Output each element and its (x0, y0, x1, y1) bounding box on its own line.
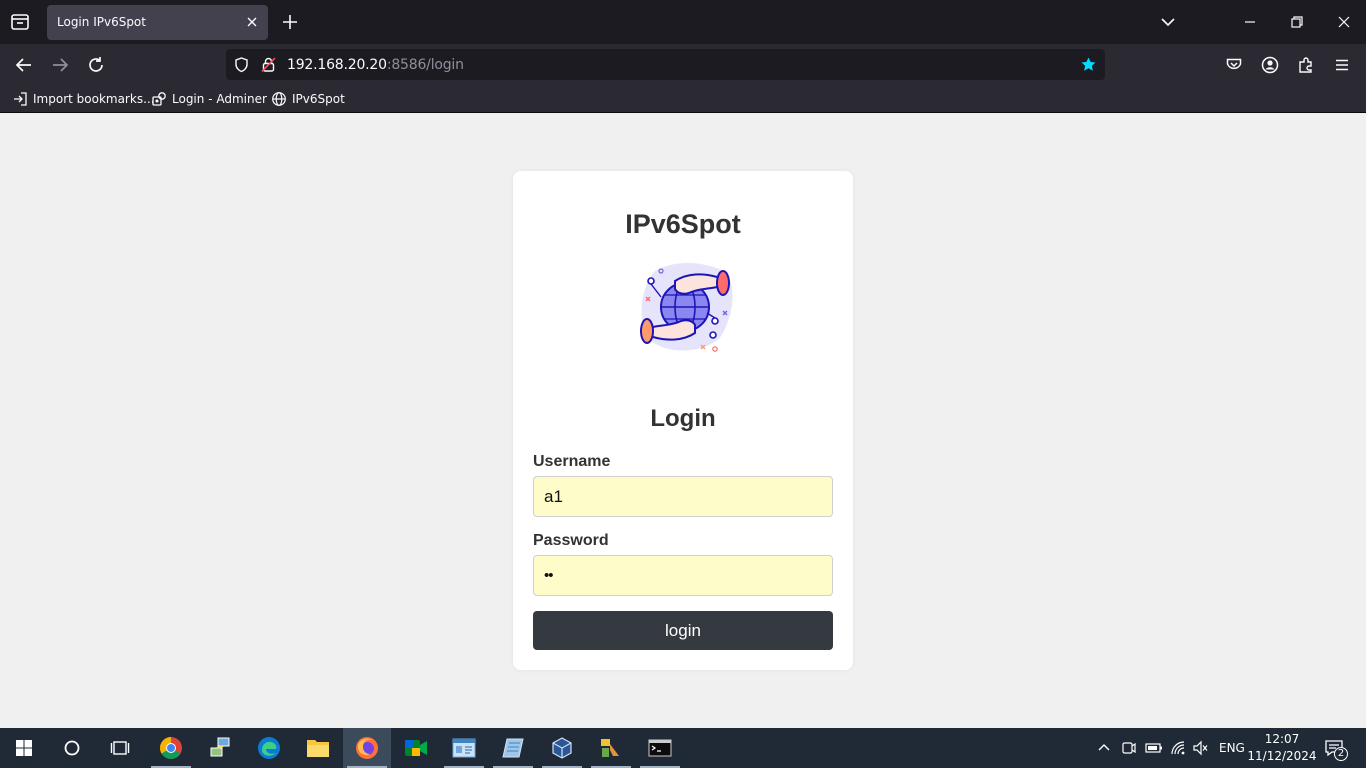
cortana-circle-icon (64, 740, 80, 756)
url-host: 192.168.20.20 (287, 57, 387, 73)
globe-icon (272, 92, 286, 106)
wifi-icon[interactable] (1170, 740, 1186, 756)
close-window-icon[interactable] (1334, 12, 1354, 32)
tab-list-icon[interactable] (8, 10, 32, 34)
volume-muted-icon[interactable] (1192, 740, 1208, 756)
bookmark-ipv6spot[interactable]: IPv6Spot (271, 91, 345, 107)
edge-icon (258, 737, 280, 759)
taskbar-control-panel[interactable] (440, 728, 488, 768)
forward-icon[interactable] (49, 54, 71, 76)
brand-title: IPv6Spot (625, 209, 741, 239)
task-view-button[interactable] (96, 728, 144, 768)
username-input[interactable]: a1 (533, 476, 833, 517)
clock-time: 12:07 (1264, 732, 1300, 746)
account-icon[interactable] (1260, 55, 1280, 75)
notebook-icon (502, 738, 524, 758)
username-label: Username (533, 453, 611, 470)
pocket-icon[interactable] (1224, 55, 1244, 75)
taskbar-virtualbox[interactable] (538, 728, 586, 768)
taskbar-edge[interactable] (245, 728, 293, 768)
bookmark-label: IPv6Spot (292, 92, 345, 106)
bookmark-label: Login - Adminer (172, 92, 267, 106)
url-path: :8586/login (386, 57, 464, 73)
video-meeting-icon (405, 740, 427, 756)
bookmark-label: Import bookmarks... (33, 92, 155, 106)
network-computers-icon (210, 737, 230, 757)
taskbar-terminal[interactable] (636, 728, 684, 768)
browser-tab[interactable]: Login IPv6Spot (47, 5, 268, 40)
taskbar-file-explorer[interactable] (294, 728, 342, 768)
bookmark-import[interactable]: Import bookmarks... (12, 91, 155, 107)
taskbar-network-tool[interactable] (196, 728, 244, 768)
bookmarks-toolbar: Import bookmarks... Login - Adminer IPv6… (0, 86, 1366, 113)
taskbar-firefox[interactable] (343, 728, 391, 768)
folder-icon (307, 740, 329, 757)
insecure-lock-icon[interactable] (260, 56, 277, 73)
taskbar-chrome[interactable] (147, 728, 195, 768)
extensions-icon[interactable] (1296, 55, 1316, 75)
clock-date: 11/12/2024 (1247, 749, 1317, 763)
chrome-icon (160, 737, 182, 759)
battery-icon[interactable] (1145, 740, 1163, 756)
tab-bar: Login IPv6Spot (0, 0, 1366, 44)
close-tab-icon[interactable] (244, 14, 260, 30)
firefox-icon (356, 737, 378, 759)
globe-hands-logo-icon (640, 262, 733, 352)
restore-icon[interactable] (1287, 12, 1307, 32)
menu-icon[interactable] (1332, 55, 1352, 75)
show-hidden-icons-icon[interactable] (1097, 741, 1111, 755)
taskbar: ENG 12:07 11/12/2024 2 (0, 728, 1366, 768)
terminal-icon (648, 739, 672, 757)
windows-icon (16, 740, 32, 756)
shield-icon[interactable] (233, 56, 250, 73)
login-card: IPv6Spot Login Username a1 Password •• l… (513, 171, 853, 670)
bookmark-star-icon[interactable] (1080, 56, 1097, 73)
login-heading: Login (650, 405, 716, 432)
toolbox-icon (601, 739, 619, 757)
password-label: Password (533, 532, 609, 549)
task-view-icon (110, 741, 130, 755)
cube-icon (552, 737, 572, 759)
language-indicator[interactable]: ENG (1219, 728, 1245, 768)
login-button[interactable]: login (533, 611, 833, 650)
new-tab-icon[interactable] (280, 12, 300, 32)
tab-title: Login IPv6Spot (57, 15, 146, 29)
taskbar-notebook[interactable] (489, 728, 537, 768)
taskbar-tool[interactable] (587, 728, 635, 768)
notification-center[interactable]: 2 (1324, 739, 1348, 761)
clock[interactable]: 12:07 11/12/2024 (1247, 731, 1317, 765)
import-icon (14, 92, 27, 106)
url-text[interactable]: 192.168.20.20:8586/login (287, 57, 464, 73)
bookmark-adminer[interactable]: Login - Adminer (151, 91, 267, 107)
adminer-icon (152, 92, 166, 106)
notification-count-badge: 2 (1334, 747, 1348, 761)
settings-window-icon (452, 738, 476, 758)
minimize-icon[interactable] (1240, 12, 1260, 32)
reload-icon[interactable] (85, 54, 107, 76)
navigation-toolbar: 192.168.20.20:8586/login (0, 44, 1366, 86)
start-button[interactable] (0, 728, 48, 768)
url-bar[interactable]: 192.168.20.20:8586/login (226, 49, 1105, 80)
taskbar-meet[interactable] (392, 728, 440, 768)
list-all-tabs-icon[interactable] (1158, 12, 1178, 32)
back-icon[interactable] (13, 54, 35, 76)
password-input[interactable]: •• (533, 555, 833, 596)
meet-now-icon[interactable] (1121, 740, 1137, 756)
search-button[interactable] (48, 728, 96, 768)
